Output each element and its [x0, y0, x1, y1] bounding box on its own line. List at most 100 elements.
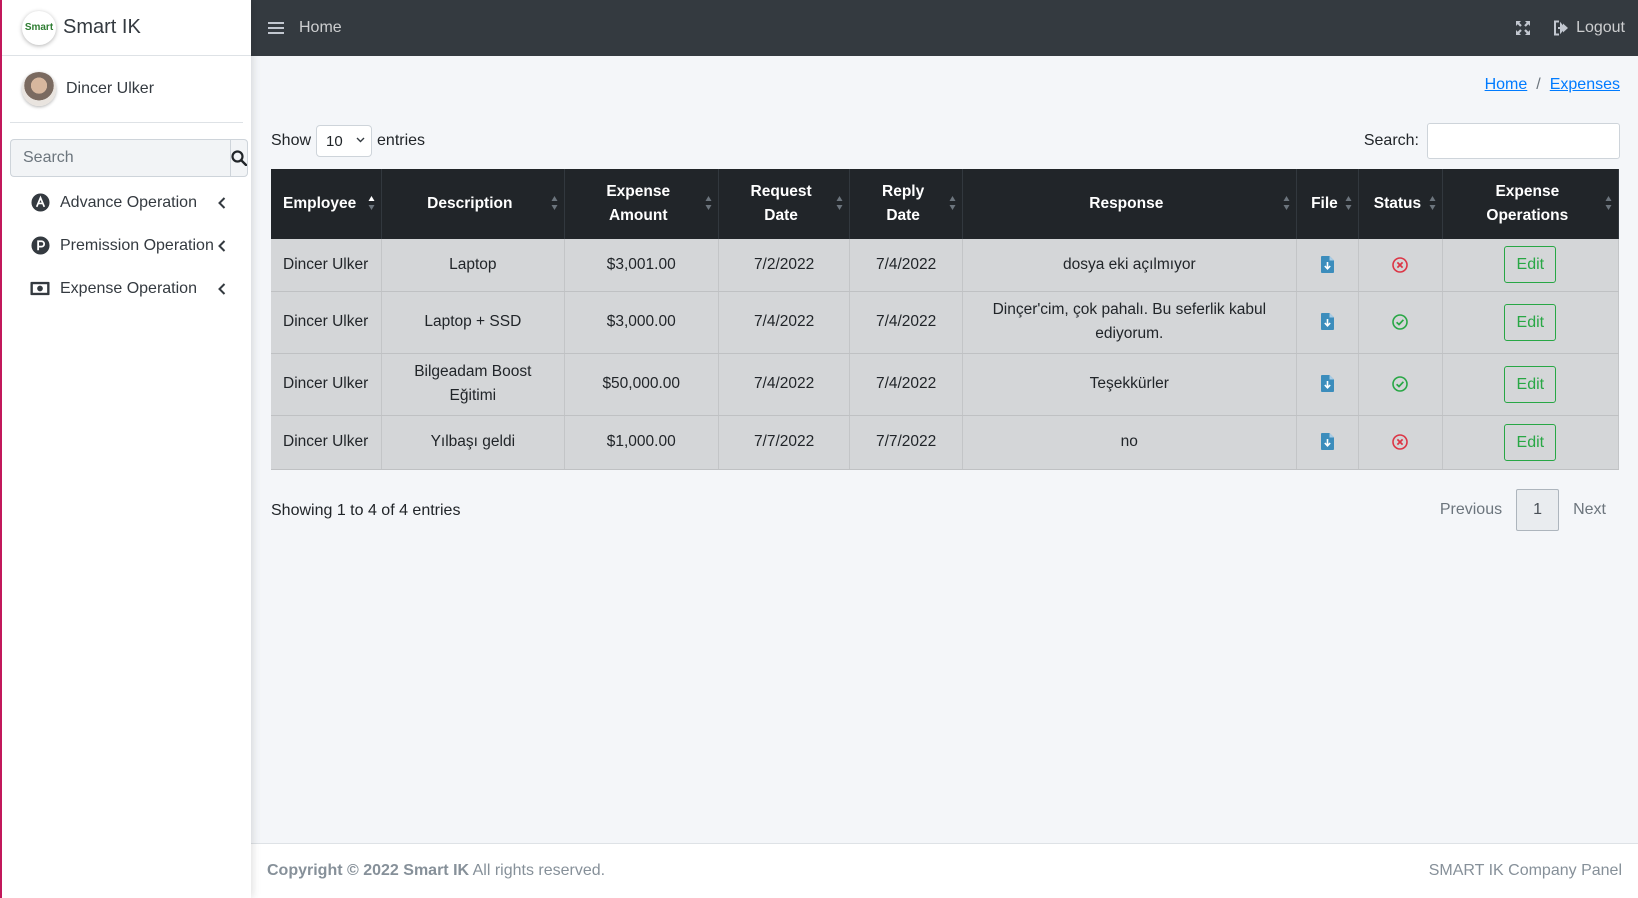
pagination-page-1[interactable]: 1	[1516, 489, 1560, 531]
page-size-select[interactable]: 10	[316, 125, 373, 157]
user-panel[interactable]: Dincer Ulker	[10, 56, 243, 123]
pagination-next[interactable]: Next	[1559, 501, 1620, 519]
table-search-label: Search:	[1363, 132, 1419, 149]
file-download-icon[interactable]	[1320, 313, 1334, 331]
sort-icon	[1429, 196, 1436, 210]
cell-operations: Edit	[1442, 291, 1620, 354]
edit-button[interactable]: Edit	[1504, 303, 1557, 341]
sidebar-item-expense-operation[interactable]: Expense Operation	[2, 267, 251, 310]
show-label: Show	[271, 132, 312, 149]
cell-file	[1296, 239, 1360, 292]
cell-description: Bilgeadam Boost Eğitimi	[381, 353, 565, 416]
file-download-icon[interactable]	[1320, 256, 1334, 274]
table-row: Dincer Ulker Laptop $3,001.00 7/2/2022 7/4/2…	[271, 239, 1620, 292]
edit-button[interactable]: Edit	[1504, 423, 1557, 461]
sidebar-item-label: Premission Operation	[60, 236, 214, 254]
cell-operations: Edit	[1442, 415, 1620, 470]
sort-icon	[1345, 196, 1352, 210]
sort-icon	[551, 196, 558, 210]
sign-out-icon	[1554, 20, 1569, 36]
sort-icon	[705, 196, 712, 210]
cell-request-date: 7/7/2022	[718, 415, 851, 470]
check-circle-icon	[1392, 314, 1409, 330]
table-row: Dincer Ulker Bilgeadam Boost Eğitimi $50,0…	[271, 353, 1620, 416]
sidebar-search-input[interactable]	[10, 139, 230, 177]
breadcrumb: Home / Expenses	[1485, 76, 1620, 94]
cell-response: no	[962, 415, 1297, 470]
breadcrumb-expenses[interactable]: Expenses	[1550, 76, 1620, 94]
cell-reply-date: 7/4/2022	[849, 291, 963, 354]
brand-link[interactable]: Smart Smart IK	[2, 0, 251, 56]
table-search-input[interactable]	[1427, 123, 1620, 159]
column-header-text: Date	[886, 207, 920, 224]
table-header-row: Employee Description Expense Amount Request D…	[271, 169, 1620, 239]
sidebar-item-label: Expense Operation	[60, 279, 197, 297]
chevron-down-icon	[356, 137, 365, 143]
chevron-left-icon	[218, 196, 226, 209]
column-header-text: Expense	[606, 183, 671, 200]
entries-label: entries	[377, 132, 426, 149]
cell-amount: $50,000.00	[564, 353, 719, 416]
cell-employee: Dincer Ulker	[271, 291, 383, 354]
cell-description: Yılbaşı geldi	[381, 415, 565, 470]
page-size-value: 10	[326, 132, 343, 150]
advance-icon	[30, 193, 50, 213]
table-filter: Search:	[1364, 123, 1620, 159]
times-circle-icon	[1392, 256, 1409, 273]
copyright-text: Copyright © 2022 Smart IK All rights res…	[267, 862, 605, 880]
brand-logo: Smart	[22, 10, 56, 45]
sidebar-item-advance-operation[interactable]: Advance Operation	[2, 181, 251, 224]
hamburger-menu-icon[interactable]	[267, 19, 285, 37]
column-header-text: Date	[764, 207, 798, 224]
cell-request-date: 7/4/2022	[718, 291, 851, 354]
cell-response: dosya eki açılmıyor	[962, 239, 1297, 292]
search-icon	[231, 150, 247, 166]
topbar-right: Logout	[1515, 19, 1625, 37]
cell-response: Teşekkürler	[962, 353, 1297, 416]
cell-amount: $3,001.00	[564, 239, 719, 292]
sidebar-search	[10, 139, 248, 177]
copyright-suffix: All rights reserved.	[469, 862, 606, 879]
column-header-file[interactable]: File	[1296, 169, 1360, 239]
fullscreen-icon[interactable]	[1515, 20, 1531, 36]
sidebar-item-permission-operation[interactable]: Premission Operation	[2, 224, 251, 267]
column-header-response[interactable]: Response	[962, 169, 1297, 239]
column-header-text: Request	[750, 183, 812, 200]
column-header-text: Expense	[1495, 183, 1560, 200]
edit-button[interactable]: Edit	[1504, 365, 1557, 403]
file-download-icon[interactable]	[1320, 433, 1334, 451]
column-header-text: Description	[427, 195, 513, 212]
cell-reply-date: 7/4/2022	[849, 239, 963, 292]
column-header-employee[interactable]: Employee	[271, 169, 383, 239]
cell-description: Laptop + SSD	[381, 291, 565, 354]
cell-status	[1358, 353, 1443, 416]
cell-employee: Dincer Ulker	[271, 415, 383, 470]
top-navbar: Home Logout	[251, 0, 1638, 56]
sidebar-search-button[interactable]	[230, 139, 248, 177]
pagination-previous[interactable]: Previous	[1426, 501, 1516, 519]
column-header-text: Reply	[882, 183, 925, 200]
column-header-status[interactable]: Status	[1358, 169, 1443, 239]
footer: Copyright © 2022 Smart IK All rights res…	[251, 843, 1638, 898]
column-header-text: File	[1311, 195, 1338, 212]
table-row: Dincer Ulker Laptop + SSD $3,000.00 7/4/202…	[271, 291, 1620, 354]
column-header-expense-operations[interactable]: Expense Operations	[1442, 169, 1620, 239]
column-header-expense-amount[interactable]: Expense Amount	[564, 169, 719, 239]
column-header-reply-date[interactable]: Reply Date	[849, 169, 963, 239]
money-icon	[30, 279, 50, 299]
cell-status	[1358, 239, 1443, 292]
breadcrumb-home[interactable]: Home	[1485, 76, 1528, 94]
column-header-text: Operations	[1486, 207, 1569, 224]
cell-operations: Edit	[1442, 353, 1620, 416]
pagination: Previous 1 Next	[1426, 489, 1620, 531]
column-header-request-date[interactable]: Request Date	[718, 169, 851, 239]
breadcrumb-separator: /	[1536, 76, 1541, 93]
column-header-description[interactable]: Description	[381, 169, 565, 239]
edit-button[interactable]: Edit	[1504, 246, 1557, 284]
cell-operations: Edit	[1442, 239, 1620, 292]
logout-button[interactable]: Logout	[1553, 19, 1625, 37]
table-row: Dincer Ulker Yılbaşı geldi $1,000.00 7/7/20…	[271, 415, 1620, 470]
nav-home-link[interactable]: Home	[299, 19, 342, 37]
file-download-icon[interactable]	[1320, 375, 1334, 393]
sidebar-nav: Advance Operation Premission Operation E…	[2, 181, 251, 310]
